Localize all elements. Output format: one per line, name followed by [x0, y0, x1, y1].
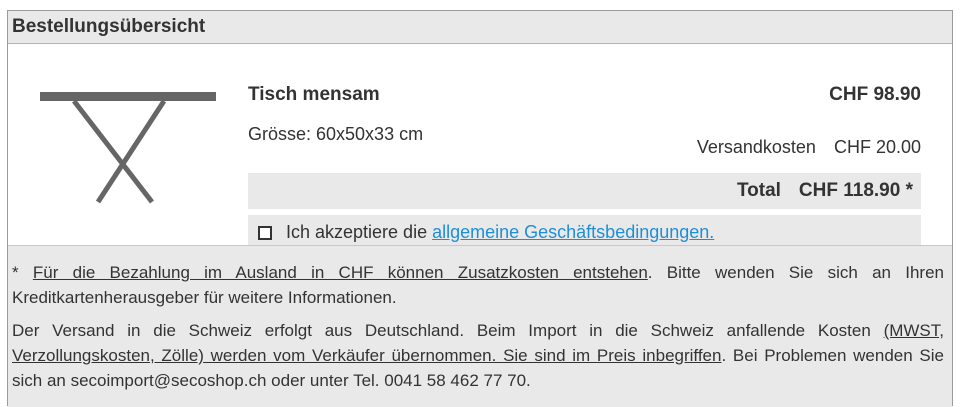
shipping-label: Versandkosten — [696, 137, 816, 157]
shipping-note: Der Versand in die Schweiz erfolgt aus D… — [12, 318, 944, 393]
payment-note-prefix: * — [12, 263, 33, 282]
terms-checkbox[interactable] — [258, 225, 272, 240]
total-row: Total CHF 118.90 * — [248, 173, 921, 209]
table-icon — [40, 92, 216, 204]
panel-title: Bestellungsübersicht — [12, 16, 206, 37]
payment-note-underlined: Für die Bezahlung im Ausland in CHF könn… — [32, 263, 648, 282]
panel-header: Bestellungsübersicht — [8, 11, 952, 44]
product-size: Grösse: 60x50x33 cm — [248, 124, 424, 144]
order-summary-panel: Bestellungsübersicht Tisch mensam CHF 98… — [7, 10, 953, 407]
shipping-costs: Versandkosten CHF 20.00 — [697, 137, 921, 158]
product-name: Tisch mensam — [248, 84, 380, 105]
total-value: CHF 118.90 * — [798, 180, 913, 201]
total-label: Total — [736, 180, 781, 201]
product-section: Tisch mensam CHF 98.90 Grösse: 60x50x33 … — [8, 44, 952, 257]
payment-note: * Für die Bezahlung im Ausland in CHF kö… — [12, 260, 944, 310]
terms-link[interactable]: allgemeine Geschäftsbedingungen. — [432, 222, 714, 243]
shipping-note-start: Der Versand in die Schweiz erfolgt aus D… — [12, 321, 884, 340]
shipping-value: CHF 20.00 — [833, 137, 921, 157]
product-price: CHF 98.90 — [829, 84, 921, 105]
terms-text: Ich akzeptiere die — [286, 222, 428, 242]
notes-section: * Für die Bezahlung im Ausland in CHF kö… — [8, 245, 952, 407]
